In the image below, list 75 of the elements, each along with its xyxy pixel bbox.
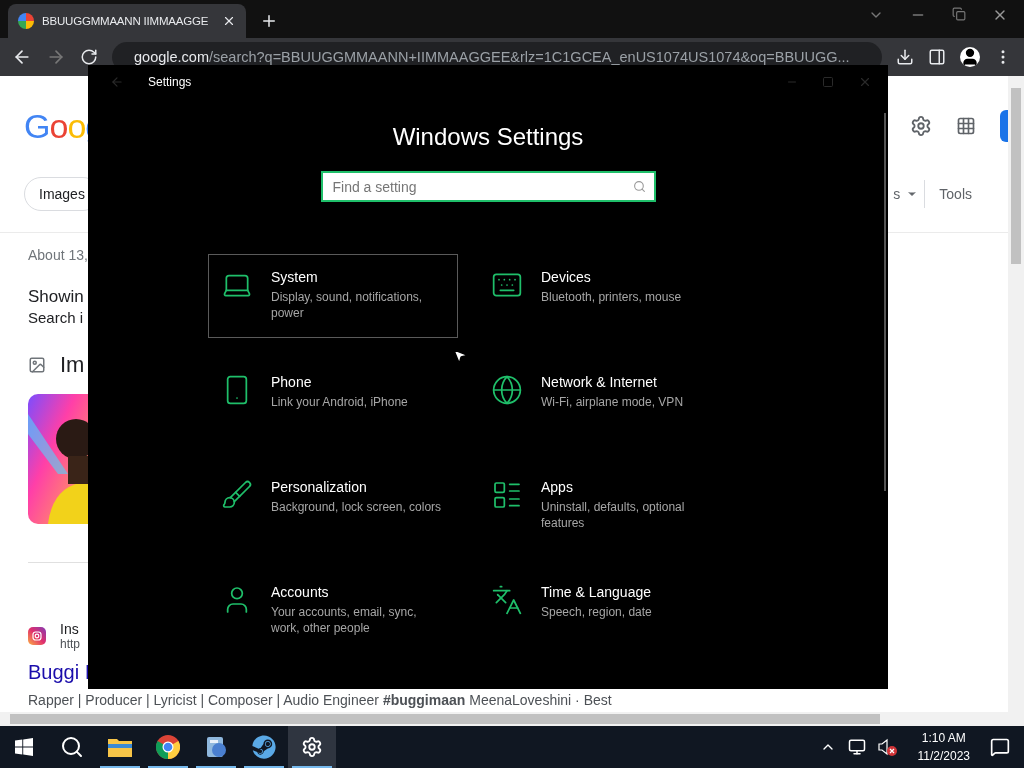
settings-category[interactable]: Apps Uninstall, defaults, optional features xyxy=(478,464,728,548)
settings-category[interactable]: Personalization Background, lock screen, colors xyxy=(208,464,458,548)
category-description: Display, sound, notifications, power xyxy=(271,289,424,321)
taskbar-button[interactable] xyxy=(288,726,336,768)
window-title: Settings xyxy=(148,75,192,89)
category-name: Apps xyxy=(541,479,574,495)
close-tab-icon[interactable] xyxy=(222,14,236,28)
time-icon xyxy=(491,584,523,616)
category-name: System xyxy=(271,269,319,285)
result-stats: About 13, xyxy=(28,247,88,263)
images-heading: Im xyxy=(60,352,85,378)
settings-category[interactable]: System Display, sound, notifications, power xyxy=(208,254,458,338)
tools-tab[interactable]: Tools xyxy=(939,186,972,202)
image-icon xyxy=(28,356,46,374)
settings-category[interactable]: Time & Language Speech, region, date xyxy=(478,569,728,653)
personalization-icon xyxy=(221,479,253,511)
category-description: Background, lock screen, colors xyxy=(271,499,442,515)
date-text: 11/2/2023 xyxy=(917,749,970,763)
category-description: Speech, region, date xyxy=(541,604,652,620)
clock[interactable]: 1:10 AM 11/2/2023 xyxy=(917,731,970,763)
restore-icon[interactable] xyxy=(952,7,966,21)
chrome-icon xyxy=(156,735,180,759)
search-instead-text: Search i xyxy=(28,309,84,326)
category-name: Accounts xyxy=(271,584,330,600)
search-icon xyxy=(632,180,646,193)
browser-tab[interactable]: BBUUGGMMAANN IIMMAAGGE xyxy=(8,4,246,38)
horizontal-scrollbar[interactable] xyxy=(0,712,1008,726)
category-name: Time & Language xyxy=(541,584,652,600)
notifications-icon[interactable] xyxy=(990,737,1010,757)
settings-heading: Windows Settings xyxy=(392,123,584,151)
apps-grid-icon[interactable] xyxy=(956,116,976,136)
steam-icon xyxy=(252,735,276,759)
category-description: Link your Android, iPhone xyxy=(271,394,408,410)
google-icon xyxy=(18,13,34,29)
network-icon[interactable] xyxy=(847,738,866,756)
settings-category[interactable]: Phone Link your Android, iPhone xyxy=(208,359,458,443)
vertical-scrollbar[interactable] xyxy=(1008,76,1024,726)
settings-category[interactable]: Accounts Your accounts, email, sync, work, other people xyxy=(208,569,458,653)
window-scrollbar[interactable] xyxy=(884,113,886,491)
search-tab[interactable]: s xyxy=(893,186,901,202)
settings-icon[interactable] xyxy=(910,115,932,137)
category-description: Uninstall, defaults, optional features xyxy=(541,499,686,531)
showing-heading: Showin xyxy=(28,287,84,307)
time-text: 1:10 AM xyxy=(921,731,966,745)
muted-speaker-icon[interactable] xyxy=(877,738,898,756)
network-icon xyxy=(491,374,523,406)
sign-in-button[interactable] xyxy=(1000,110,1008,142)
settings-category[interactable]: Devices Bluetooth, printers, mouse xyxy=(478,254,728,338)
windows-logo-icon xyxy=(15,738,33,756)
new-tab-icon[interactable] xyxy=(260,12,278,30)
reload-icon[interactable] xyxy=(80,48,98,66)
source-name: Ins xyxy=(60,621,80,637)
category-description: Your accounts, email, sync, work, other people xyxy=(271,604,418,636)
instagram-icon xyxy=(28,627,46,645)
search-icon xyxy=(60,735,84,759)
search-field[interactable]: Find a setting xyxy=(320,171,656,202)
download-icon[interactable] xyxy=(896,48,914,66)
profile-icon[interactable] xyxy=(960,47,980,67)
category-description: Wi-Fi, airplane mode, VPN xyxy=(541,394,684,410)
category-name: Network & Internet xyxy=(541,374,658,390)
folder-icon xyxy=(108,737,132,757)
source-url: http xyxy=(60,637,80,651)
result-title-link[interactable]: Buggi I xyxy=(28,661,91,684)
settings-icon xyxy=(301,736,323,758)
side-panel-icon[interactable] xyxy=(928,48,946,66)
app-icon xyxy=(204,735,228,759)
category-name: Phone xyxy=(271,374,313,390)
settings-category[interactable]: Network & Internet Wi-Fi, airplane mode, VPN xyxy=(478,359,728,443)
url-text: google.com/search?q=BBUUGGMMAANN+IIMMAAGGEE&rlz=1C1GCEA_enUS1074US1074&oq=BBUUGG... xyxy=(134,49,850,65)
category-description: Bluetooth, printers, mouse xyxy=(541,289,682,305)
apps-icon xyxy=(491,479,523,511)
tab-title: BBUUGGMMAANN IIMMAAGGE xyxy=(42,15,210,27)
category-name: Personalization xyxy=(271,479,368,495)
category-name: Devices xyxy=(541,269,592,285)
result-snippet: Rapper | Producer | Lyricist | Composer | Audio Engineer #buggimaan MeenaLoveshini · Best xyxy=(28,692,612,708)
